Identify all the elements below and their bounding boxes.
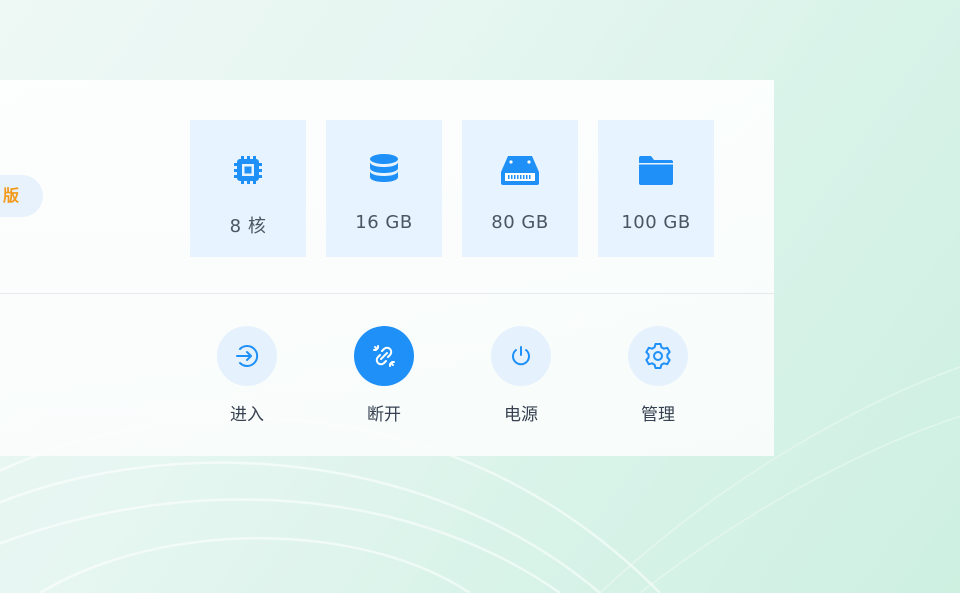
- disconnect-button[interactable]: [354, 326, 414, 386]
- edition-badge: 版: [0, 175, 43, 217]
- gear-icon: [645, 343, 671, 369]
- enter-arrow-icon: [236, 345, 259, 367]
- enter-button[interactable]: [217, 326, 277, 386]
- memory-value: 16 GB: [355, 212, 413, 233]
- disconnect-action[interactable]: 断开: [334, 326, 434, 426]
- unlink-icon: [373, 345, 395, 367]
- data-disk-value: 100 GB: [621, 212, 691, 233]
- disconnect-label: 断开: [367, 405, 401, 425]
- memory-database-icon: [326, 150, 442, 190]
- hard-drive-icon: [462, 150, 578, 190]
- spec-tile-data-disk: 100 GB: [598, 120, 714, 257]
- power-label: 电源: [504, 405, 538, 425]
- system-disk-value: 80 GB: [491, 212, 549, 233]
- card-divider: [0, 293, 774, 294]
- manage-button[interactable]: [628, 326, 688, 386]
- power-action[interactable]: 电源: [471, 326, 571, 426]
- power-icon: [512, 346, 530, 366]
- spec-tile-system-disk: 80 GB: [462, 120, 578, 257]
- spec-tile-memory: 16 GB: [326, 120, 442, 257]
- power-button[interactable]: [491, 326, 551, 386]
- instance-card: 版 8 核 16 GB 80 GB 100 GB 进入 断开 电源 管理: [0, 80, 774, 456]
- spec-tile-cpu: 8 核: [190, 120, 306, 257]
- enter-label: 进入: [230, 405, 264, 425]
- folder-icon: [598, 150, 714, 190]
- manage-label: 管理: [641, 405, 675, 425]
- manage-action[interactable]: 管理: [608, 326, 708, 426]
- cpu-chip-icon: [190, 150, 306, 190]
- enter-action[interactable]: 进入: [197, 326, 297, 426]
- cpu-cores-value: 8 核: [229, 216, 267, 237]
